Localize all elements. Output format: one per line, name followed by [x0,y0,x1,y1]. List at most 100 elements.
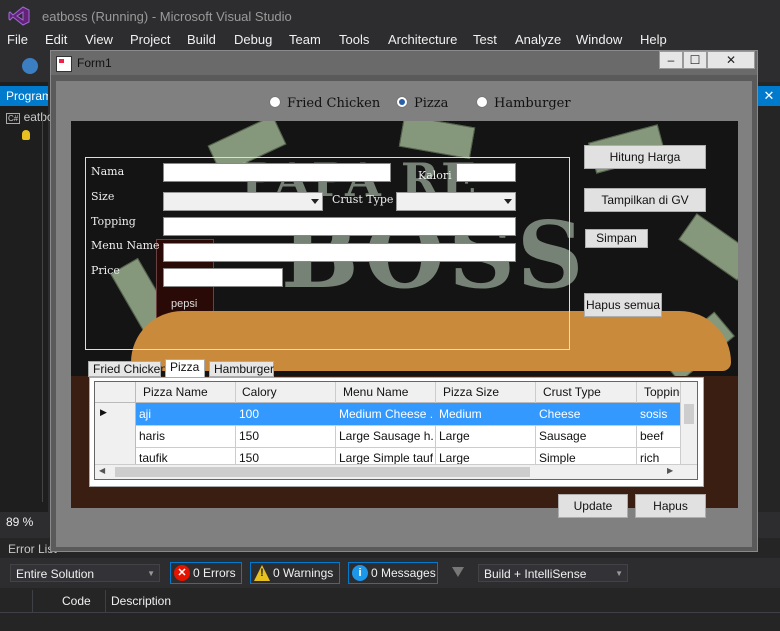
simpan-button[interactable]: Simpan [585,229,648,248]
errors-count: 0 Errors [193,566,236,580]
update-button[interactable]: Update [558,494,628,518]
scrollbar-thumb[interactable] [115,467,530,477]
close-button[interactable]: ✕ [707,51,755,69]
cell-menu-name[interactable]: Medium Cheese ... [339,407,433,421]
form1-title-bar[interactable]: Form1 ‒ ☐ ✕ [51,51,757,75]
source-dropdown[interactable]: Build + IntelliSense ▼ [478,564,628,582]
error-list-header: Code Description [0,590,780,613]
right-panel: ✕ [758,82,780,512]
messages-filter-button[interactable]: i 0 Messages [348,562,438,584]
grid-vertical-scrollbar[interactable] [680,382,697,471]
messages-count: 0 Messages [371,566,436,580]
column-code[interactable]: Code [62,594,91,608]
menu-architecture[interactable]: Architecture [388,32,457,47]
editor-gutter [42,112,43,502]
lightbulb-icon[interactable] [22,130,30,140]
hapus-semua-button[interactable]: Hapus semua [584,293,662,317]
table-row[interactable]: haris 150 Large Sausage h... Large Sausa… [95,425,697,448]
menu-tools[interactable]: Tools [339,32,369,47]
column-divider [105,590,106,612]
menu-view[interactable]: View [85,32,113,47]
cell-topping[interactable]: sosis [640,407,680,421]
warnings-filter-button[interactable]: ! 0 Warnings [250,562,340,584]
cell-pizza-name[interactable]: taufik [139,451,233,465]
chevron-down-icon: ▼ [147,569,155,578]
errors-filter-button[interactable]: ✕ 0 Errors [170,562,242,584]
cell-crust-type[interactable]: Cheese [539,407,633,421]
column-description[interactable]: Description [111,594,171,608]
label-price: Price [91,264,120,277]
cell-pizza-size[interactable]: Large [439,429,533,443]
pizza-data-grid[interactable]: Pizza Name Calory Menu Name Pizza Size C… [94,381,698,480]
cell-menu-name[interactable]: Large Sausage h... [339,429,433,443]
cell-menu-name[interactable]: Large Simple tauf... [339,451,433,465]
menu-project[interactable]: Project [130,32,170,47]
form1-window: Form1 ‒ ☐ ✕ Fried Chicken Pizza Hamburge… [50,50,758,552]
scroll-right-icon[interactable]: ▶ [667,466,673,475]
form1-caption: Form1 [77,56,112,70]
size-combobox[interactable] [163,192,323,211]
hapus-button[interactable]: Hapus [635,494,706,518]
tab-fried-chicken[interactable]: Fried Chicken [88,361,167,377]
hitung-harga-button[interactable]: Hitung Harga [584,145,706,169]
menu-edit[interactable]: Edit [45,32,67,47]
menu-debug[interactable]: Debug [234,32,272,47]
cell-crust-type[interactable]: Sausage [539,429,633,443]
zoom-level[interactable]: 89 % [0,512,56,532]
cell-topping[interactable]: beef [640,429,680,443]
tab-hamburger[interactable]: Hamburger [209,361,274,377]
column-pizza-size[interactable]: Pizza Size [443,385,499,399]
close-icon[interactable]: ✕ [758,86,780,106]
menu-name-input[interactable] [163,243,516,262]
cell-pizza-size[interactable]: Large [439,451,533,465]
tampilkan-di-gv-button[interactable]: Tampilkan di GV [584,188,706,212]
grid-horizontal-scrollbar[interactable]: ◀ ▶ [95,464,697,479]
menu-build[interactable]: Build [187,32,216,47]
label-nama: Nama [91,165,125,178]
scope-dropdown[interactable]: Entire Solution ▼ [10,564,160,582]
table-row[interactable]: ▶ aji 100 Medium Cheese ... Medium Chees… [95,403,697,426]
kalori-input[interactable] [456,163,516,182]
menu-test[interactable]: Test [473,32,497,47]
cell-calory[interactable]: 150 [239,429,333,443]
menu-file[interactable]: File [7,32,28,47]
back-icon[interactable] [22,58,38,74]
cell-pizza-name[interactable]: haris [139,429,233,443]
row-header[interactable]: ▶ [95,403,136,425]
solution-file-item[interactable]: C# eatbo [6,110,54,124]
topping-input[interactable] [163,217,516,236]
program-panel-header[interactable]: Program [0,86,48,106]
scrollbar-thumb[interactable] [684,404,694,424]
visual-studio-logo-icon [8,6,30,26]
radio-label: Fried Chicken [287,96,381,111]
cell-calory[interactable]: 150 [239,451,333,465]
error-list-toolbar: Entire Solution ▼ ✕ 0 Errors ! 0 Warning… [0,558,780,588]
crust-type-combobox[interactable] [396,192,516,211]
scroll-left-icon[interactable]: ◀ [99,466,105,475]
menu-analyze[interactable]: Analyze [515,32,561,47]
column-menu-name[interactable]: Menu Name [343,385,408,399]
nama-input[interactable] [163,163,391,182]
maximize-button[interactable]: ☐ [683,51,707,69]
column-calory[interactable]: Calory [242,385,277,399]
cell-pizza-name[interactable]: aji [139,407,233,421]
cell-topping[interactable]: rich [640,451,680,465]
row-header[interactable] [95,425,136,447]
menu-team[interactable]: Team [289,32,321,47]
radio-hamburger[interactable]: Hamburger [476,96,571,111]
cell-crust-type[interactable]: Simple [539,451,633,465]
radio-pizza[interactable]: Pizza [396,96,448,111]
filter-icon[interactable] [452,567,464,577]
column-crust-type[interactable]: Crust Type [543,385,601,399]
radio-button-icon [269,96,281,108]
minimize-button[interactable]: ‒ [659,51,683,69]
label-size: Size [91,190,115,203]
price-input[interactable] [163,268,283,287]
cell-pizza-size[interactable]: Medium [439,407,533,421]
column-pizza-name[interactable]: Pizza Name [143,385,208,399]
tab-pizza[interactable]: Pizza [165,359,205,377]
menu-help[interactable]: Help [640,32,667,47]
cell-calory[interactable]: 100 [239,407,333,421]
radio-fried-chicken[interactable]: Fried Chicken [269,96,380,111]
menu-window[interactable]: Window [576,32,622,47]
